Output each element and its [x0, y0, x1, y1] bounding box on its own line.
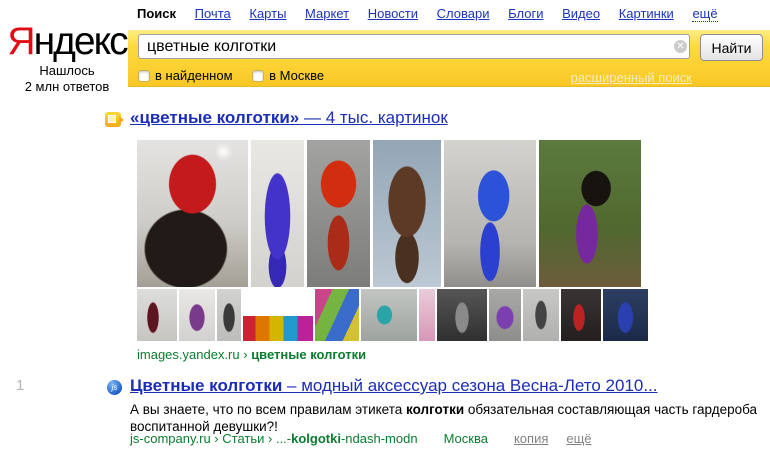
image-thumbnail[interactable] [243, 289, 313, 341]
image-result-photo[interactable] [444, 140, 536, 287]
image-thumbnail[interactable] [137, 289, 177, 341]
cached-copy-link[interactable]: копия [514, 431, 548, 446]
image-thumbnail[interactable] [315, 289, 359, 341]
image-result-url: images.yandex.ru › цветные колготки [137, 347, 367, 362]
result-number: 1 [16, 377, 25, 394]
search-input[interactable] [138, 34, 690, 59]
image-result-photo[interactable] [539, 140, 641, 287]
image-result-photo[interactable] [373, 140, 441, 287]
logo-letter-ya: Я [7, 20, 35, 63]
nav-tab-images[interactable]: Картинки [619, 6, 674, 21]
nav-tab-maps[interactable]: Карты [249, 6, 286, 21]
search-options: в найденном в Москве [138, 68, 340, 83]
image-thumbnail[interactable] [489, 289, 521, 341]
image-thumbnail[interactable] [217, 289, 241, 341]
image-result-photo[interactable] [251, 140, 304, 287]
site-favicon-icon: js [107, 380, 122, 395]
nav-tab-market[interactable]: Маркет [305, 6, 349, 21]
nav-tab-more[interactable]: ещё [692, 6, 718, 22]
image-result-photo[interactable] [137, 140, 248, 287]
yandex-logo[interactable]: Яндекс [6, 22, 128, 62]
clear-icon[interactable]: ✕ [674, 40, 687, 53]
more-actions-link[interactable]: ещё [566, 431, 591, 446]
checkbox-in-found-label: в найденном [155, 68, 233, 83]
nav-tab-dictionaries[interactable]: Словари [437, 6, 490, 21]
nav-tab-news[interactable]: Новости [368, 6, 418, 21]
logo-block: Яндекс Нашлось 2 млн ответов [6, 22, 128, 95]
image-results-strip [137, 140, 641, 287]
checkbox-in-moscow-label: в Москве [269, 68, 325, 83]
image-thumbnail[interactable] [603, 289, 648, 341]
images-service-icon [105, 112, 124, 127]
search-button[interactable]: Найти [700, 34, 763, 61]
checkbox-in-moscow[interactable] [252, 70, 265, 82]
image-thumbnail[interactable] [361, 289, 417, 341]
checkbox-in-found[interactable] [138, 70, 150, 82]
image-thumbnail[interactable] [437, 289, 487, 341]
image-result-link[interactable]: «цветные колготки» — 4 тыс. картинок [130, 108, 448, 127]
image-thumbnail[interactable] [561, 289, 601, 341]
logo-rest: ндекс [33, 20, 129, 63]
nav-tab-video[interactable]: Видео [562, 6, 600, 21]
web-result-url: js-company.ru › Статьи › ...-kolgotki-nd… [130, 431, 592, 446]
advanced-search-link[interactable]: расширенный поиск [571, 70, 692, 85]
web-result-link[interactable]: Цветные колготки – модный аксессуар сезо… [130, 376, 658, 395]
nav-tab-blogs[interactable]: Блоги [508, 6, 543, 21]
region-label: Москва [443, 431, 488, 446]
nav-tab-search[interactable]: Поиск [137, 6, 176, 21]
image-thumbnail[interactable] [419, 289, 435, 341]
results-count: Нашлось 2 млн ответов [24, 63, 110, 94]
image-thumbnails-strip [137, 289, 648, 341]
image-thumbnail[interactable] [179, 289, 215, 341]
top-navigation: Поиск Почта Карты Маркет Новости Словари… [137, 6, 733, 22]
image-result-title: «цветные колготки» — 4 тыс. картинок [130, 108, 448, 128]
web-result-snippet: А вы знаете, что по всем правилам этикет… [130, 402, 758, 434]
image-thumbnail[interactable] [523, 289, 559, 341]
nav-tab-mail[interactable]: Почта [195, 6, 231, 21]
web-result-title: Цветные колготки – модный аксессуар сезо… [130, 376, 658, 396]
search-band: ✕ Найти в найденном в Москве расширенный… [128, 30, 770, 87]
image-result-photo[interactable] [307, 140, 370, 287]
